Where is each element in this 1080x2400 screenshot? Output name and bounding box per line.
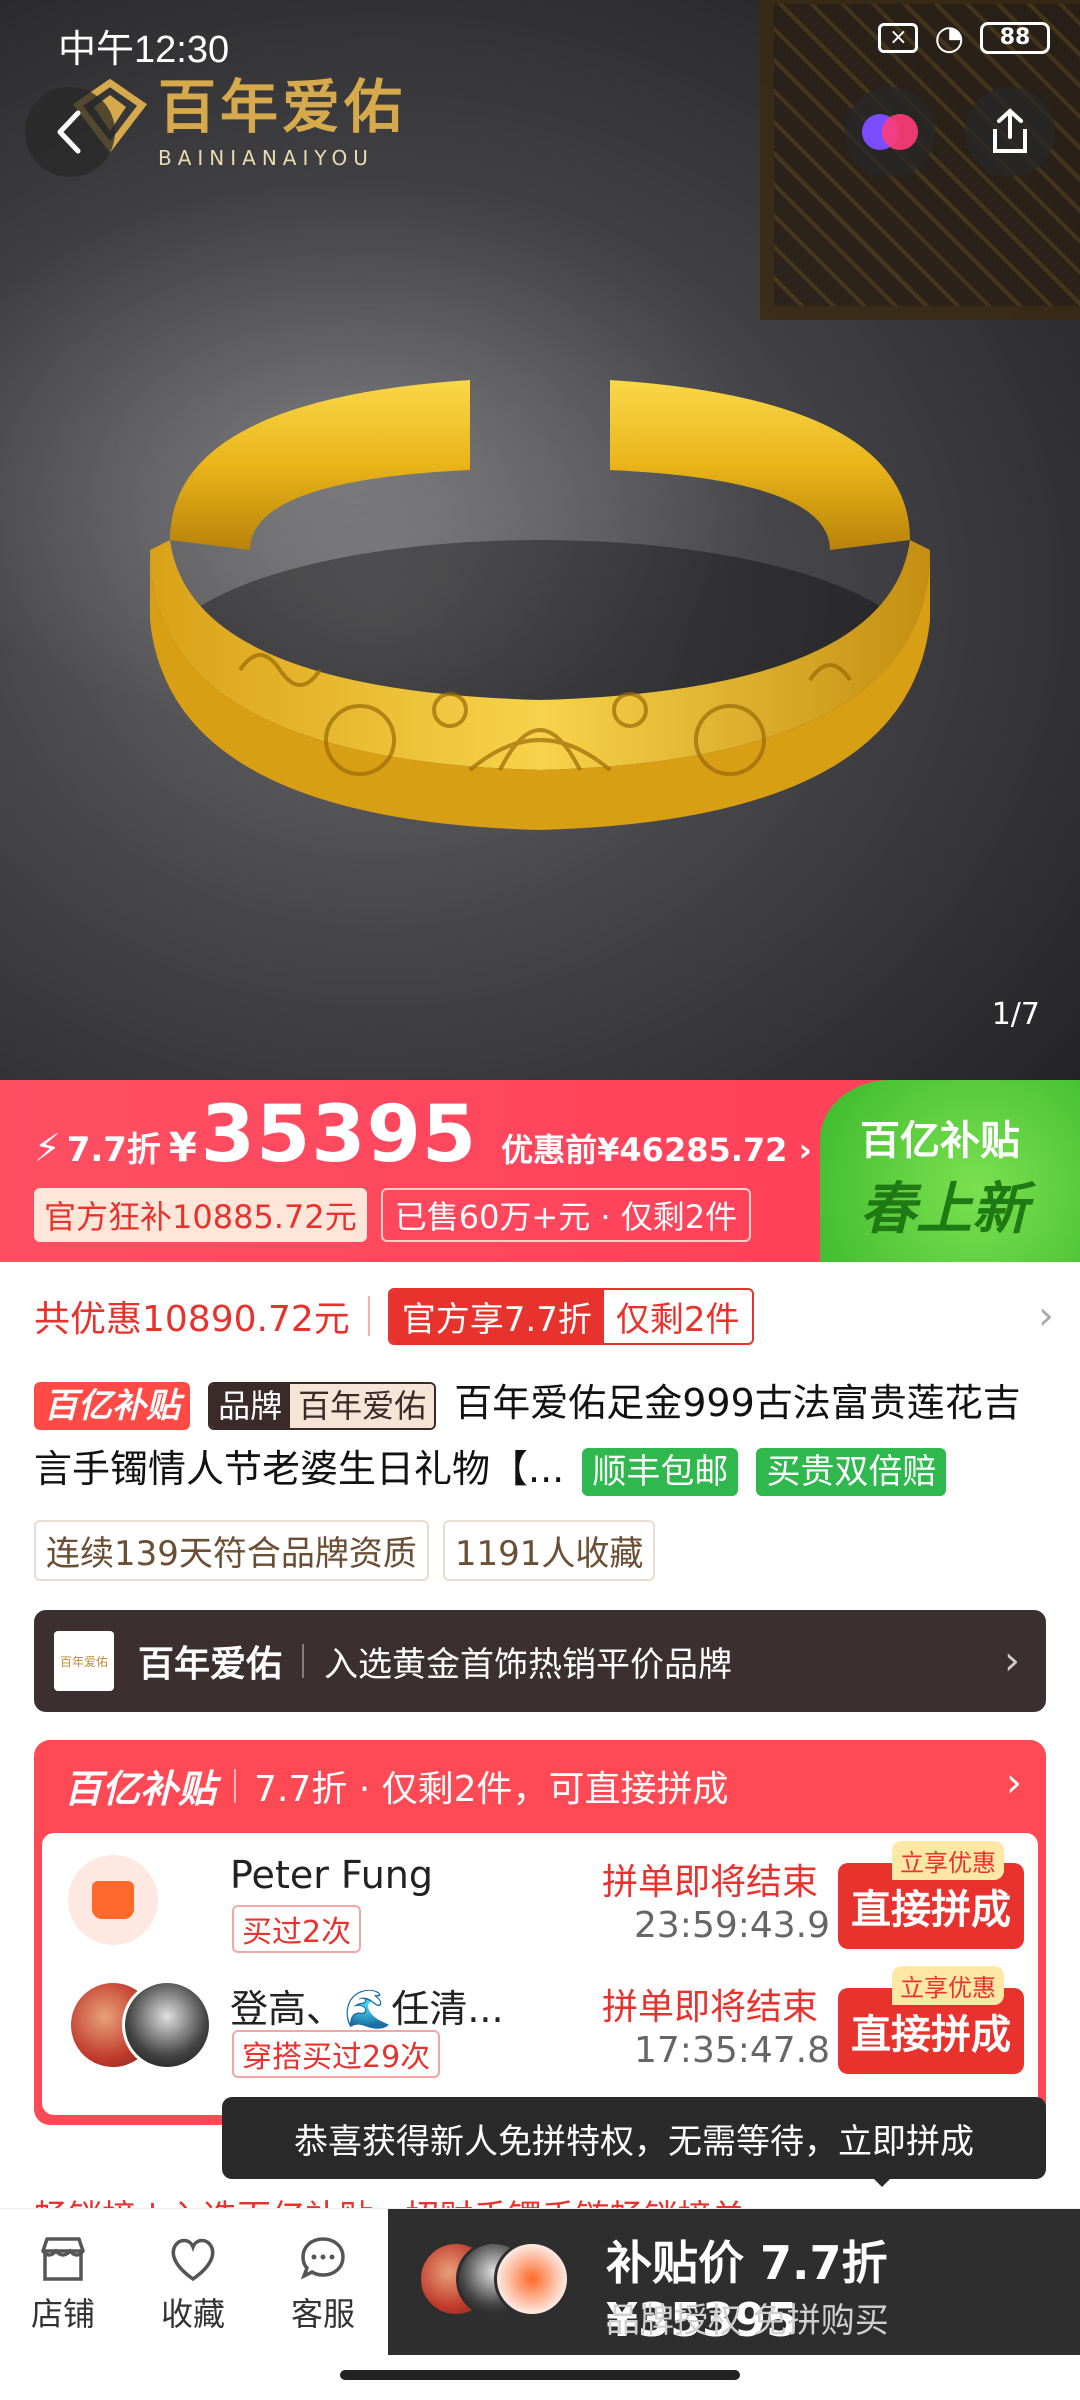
purchase-history-tag: 穿搭买过29次 bbox=[232, 2030, 441, 2078]
lightning-icon: ⚡ bbox=[34, 1126, 61, 1170]
group-buy-list: Peter Fung 买过2次 拼单即将结束 23:59:43.9 直接拼成 立… bbox=[42, 1833, 1038, 2115]
badge-line1: 百亿补贴 bbox=[860, 1118, 1020, 1164]
group-countdown: 23:59:43.9 bbox=[634, 1905, 831, 1946]
avatar bbox=[494, 2241, 570, 2317]
discount-rate: 7.7折 bbox=[66, 1130, 161, 1170]
product-image-gallery[interactable]: 中午12:30 × ◔ 88 百年爱佑 BAINIANAIYOU 1/7 bbox=[0, 0, 1080, 1080]
tab-customer-service-label: 客服 bbox=[290, 2295, 355, 2333]
billion-subsidy-badge: 百亿补贴 春上新 bbox=[820, 1080, 1080, 1262]
brand-qualification-tag: 连续139天符合品牌资质 bbox=[34, 1520, 429, 1581]
current-price: 35395 bbox=[200, 1090, 478, 1180]
subsidy-amount-tag: 官方狂补10885.72元 bbox=[34, 1188, 367, 1242]
back-arrow-icon bbox=[57, 110, 81, 154]
chat-icon bbox=[300, 2237, 345, 2280]
price-guarantee-tag: 买贵双倍赔 bbox=[756, 1447, 947, 1496]
official-discount: 官方享7.7折 bbox=[389, 1289, 604, 1343]
subsidy-logo-tag: 百亿补贴 bbox=[34, 1381, 190, 1430]
divider bbox=[367, 1296, 370, 1336]
store-icon bbox=[41, 2237, 85, 2281]
official-discount-pill: 官方享7.7折 仅剩2件 bbox=[387, 1287, 754, 1345]
chevron-right-icon[interactable]: › bbox=[1006, 1760, 1022, 1806]
share-icon bbox=[993, 108, 1027, 153]
instant-discount-badge: 立享优惠 bbox=[892, 1966, 1004, 2005]
back-button[interactable] bbox=[25, 87, 115, 177]
brand-logo: 百年爱佑 BAINIANAIYOU bbox=[70, 60, 406, 170]
image-page-indicator: 1/7 bbox=[991, 997, 1040, 1032]
group-buy-row: 登高、🌊任清... 穿搭买过29次 拼单即将结束 17:35:47.8 直接拼成… bbox=[42, 1958, 1038, 2078]
purchase-history-tag: 买过2次 bbox=[232, 1905, 362, 1953]
no-sim-icon: × bbox=[878, 23, 919, 53]
new-user-toast: 恭喜获得新人免拼特权，无需等待，立即拼成 bbox=[222, 2097, 1046, 2187]
tab-store-label: 店铺 bbox=[30, 2295, 95, 2333]
group-user-name: Peter Fung bbox=[230, 1853, 433, 1897]
group-user-name: 登高、🌊任清... bbox=[230, 1987, 504, 2031]
brand-name: 百年爱佑 bbox=[290, 1383, 435, 1428]
price-banner: ⚡ 7.7折 ¥ 35395 优惠前¥46285.72 › 官方狂补10885.… bbox=[0, 1080, 1080, 1262]
original-price: 优惠前¥46285.72 bbox=[501, 1131, 788, 1169]
wifi-icon: ◔ bbox=[934, 18, 964, 58]
chevron-right-icon: › bbox=[1038, 1293, 1054, 1339]
avatar bbox=[68, 1855, 158, 1945]
chevron-right-icon: › bbox=[787, 1131, 812, 1169]
shopping-bag-icon bbox=[92, 1881, 134, 1919]
instant-discount-badge: 立享优惠 bbox=[892, 1841, 1004, 1880]
group-buy-row: Peter Fung 买过2次 拼单即将结束 23:59:43.9 直接拼成 立… bbox=[42, 1833, 1038, 1953]
chevron-right-icon: › bbox=[1004, 1638, 1020, 1684]
tab-store[interactable]: 店铺 bbox=[8, 2229, 118, 2349]
group-buy-header[interactable]: 百亿补贴 7.7折 · 仅剩2件，可直接拼成 bbox=[64, 1758, 729, 1813]
info-tags: 连续139天符合品牌资质 1191人收藏 bbox=[34, 1520, 656, 1581]
group-ending-label: 拼单即将结束 bbox=[602, 1862, 819, 1903]
brand-logo-en: BAINIANAIYOU bbox=[158, 146, 374, 170]
group-buy-header-text: 7.7折 · 仅剩2件，可直接拼成 bbox=[254, 1768, 729, 1810]
brand-logo-cn: 百年爱佑 bbox=[158, 73, 407, 141]
battery-icon: 88 bbox=[980, 22, 1050, 54]
store-logo: 百年爱佑 bbox=[54, 1631, 114, 1691]
sold-count-tag: 已售60万+元 · 仅剩2件 bbox=[380, 1188, 752, 1242]
store-description: 入选黄金首饰热销平价品牌 bbox=[324, 1644, 733, 1685]
remaining-stock: 仅剩2件 bbox=[615, 1299, 740, 1340]
gold-bangle-image bbox=[150, 380, 930, 830]
total-discount: 共优惠10890.72元 bbox=[34, 1299, 350, 1340]
brand-store-bar[interactable]: 百年爱佑 百年爱佑 入选黄金首饰热销平价品牌 › bbox=[34, 1610, 1046, 1712]
buyer-avatars bbox=[418, 2241, 578, 2321]
bottom-action-bar: 店铺 收藏 客服 补贴价 7.7折 ¥35395 品牌授权 免拼购买 bbox=[0, 2208, 1080, 2358]
store-name: 百年爱佑 bbox=[138, 1644, 283, 1685]
brand-tag[interactable]: 品牌 百年爱佑 bbox=[208, 1381, 437, 1430]
currency-symbol: ¥ bbox=[168, 1125, 197, 1171]
brand-label: 品牌 bbox=[210, 1383, 291, 1428]
group-buy-section: 百亿补贴 7.7折 · 仅剩2件，可直接拼成 › Peter Fung 买过2次… bbox=[34, 1740, 1046, 2125]
group-countdown: 17:35:47.8 bbox=[634, 2030, 831, 2071]
divider bbox=[302, 1644, 305, 1678]
subsidy-logo: 百亿补贴 bbox=[64, 1767, 217, 1811]
avatar bbox=[122, 1980, 212, 2070]
subsidy-buy-button[interactable]: 补贴价 7.7折 ¥35395 品牌授权 免拼购买 bbox=[388, 2209, 1080, 2355]
share-button[interactable] bbox=[965, 87, 1055, 177]
original-price-link[interactable]: 优惠前¥46285.72 › bbox=[501, 1125, 812, 1171]
tab-favorite-label: 收藏 bbox=[160, 2295, 225, 2333]
favorites-count-tag: 1191人收藏 bbox=[442, 1520, 656, 1581]
group-ending-label: 拼单即将结束 bbox=[602, 1987, 819, 2028]
home-indicator[interactable] bbox=[340, 2370, 740, 2380]
tab-customer-service[interactable]: 客服 bbox=[268, 2229, 378, 2349]
divider bbox=[234, 1768, 237, 1803]
product-title: 百亿补贴 品牌 百年爱佑 百年爱佑足金999古法富贵莲花吉言手镯情人节老婆生日礼… bbox=[34, 1370, 1054, 1502]
free-shipping-tag: 顺丰包邮 bbox=[582, 1447, 739, 1496]
membership-button[interactable] bbox=[845, 87, 935, 177]
badge-line2: 春上新 bbox=[860, 1177, 1028, 1242]
heart-icon bbox=[171, 2238, 215, 2282]
tab-favorite[interactable]: 收藏 bbox=[138, 2229, 248, 2349]
overlap-circles-icon bbox=[862, 114, 918, 150]
discount-summary-row[interactable]: 共优惠10890.72元 官方享7.7折 仅剩2件 › bbox=[34, 1286, 1054, 1346]
buy-button-subtitle: 品牌授权 免拼购买 bbox=[606, 2301, 889, 2341]
